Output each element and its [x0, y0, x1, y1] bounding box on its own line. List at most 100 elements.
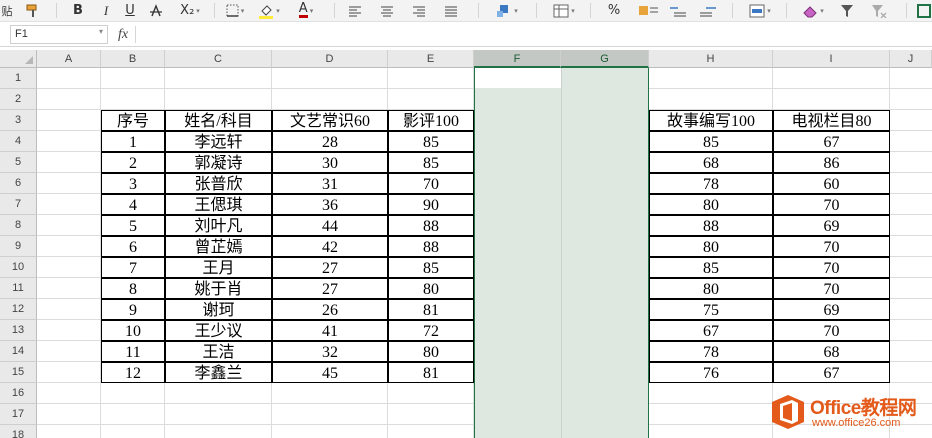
table-cell[interactable]: 曾芷嫣	[165, 236, 272, 257]
filter-button[interactable]	[838, 2, 856, 19]
column-header-j[interactable]: J	[890, 50, 932, 68]
table-cell[interactable]: 27	[272, 257, 388, 278]
borders-button[interactable]: ▾	[222, 2, 248, 19]
column-header-a[interactable]: A	[37, 50, 101, 68]
column-header-f[interactable]: F	[474, 50, 561, 68]
table-cell[interactable]: 郭凝诗	[165, 152, 272, 173]
table-cell[interactable]: 7	[101, 257, 165, 278]
active-cell-f1[interactable]	[475, 68, 561, 88]
fill-color-button[interactable]: ▾	[254, 2, 284, 19]
table-cell[interactable]: 85	[388, 257, 474, 278]
underline-button[interactable]: U	[120, 2, 140, 19]
row-header-8[interactable]: 8	[0, 215, 37, 236]
table-header-cell[interactable]: 序号	[101, 110, 165, 131]
table-cell[interactable]: 36	[272, 194, 388, 215]
merge-cells-button[interactable]: ▾	[490, 2, 524, 19]
decrease-decimal-button[interactable]	[696, 2, 720, 19]
table-header-cell[interactable]: 影评100	[388, 110, 474, 131]
table-cell[interactable]: 王少议	[165, 320, 272, 341]
table-cell[interactable]: 李鑫兰	[165, 362, 272, 383]
table-cell[interactable]: 80	[649, 278, 773, 299]
table-cell[interactable]: 8	[101, 278, 165, 299]
select-all-corner[interactable]	[0, 50, 37, 68]
table-cell[interactable]: 26	[272, 299, 388, 320]
row-header-14[interactable]: 14	[0, 341, 37, 362]
name-box[interactable]: F1 ▾	[10, 25, 108, 44]
table-cell[interactable]: 67	[773, 131, 890, 152]
row-header-10[interactable]: 10	[0, 257, 37, 278]
table-cell[interactable]: 85	[649, 257, 773, 278]
row-header-3[interactable]: 3	[0, 110, 37, 131]
row-header-13[interactable]: 13	[0, 320, 37, 341]
column-header-i[interactable]: I	[773, 50, 890, 68]
clear-button[interactable]: ▾	[798, 2, 828, 19]
row-header-4[interactable]: 4	[0, 131, 37, 152]
row-header-18[interactable]: 18	[0, 425, 37, 438]
align-center-button[interactable]	[378, 2, 396, 19]
table-cell[interactable]: 李远轩	[165, 131, 272, 152]
table-cell[interactable]: 11	[101, 341, 165, 362]
table-cell[interactable]: 1	[101, 131, 165, 152]
table-cell[interactable]: 78	[649, 341, 773, 362]
column-header-g[interactable]: G	[561, 50, 649, 68]
table-cell[interactable]: 75	[649, 299, 773, 320]
table-cell[interactable]: 27	[272, 278, 388, 299]
table-cell[interactable]: 45	[272, 362, 388, 383]
table-cell[interactable]: 32	[272, 341, 388, 362]
table-header-cell[interactable]: 文艺常识60	[272, 110, 388, 131]
table-cell[interactable]: 42	[272, 236, 388, 257]
row-header-5[interactable]: 5	[0, 152, 37, 173]
column-header-d[interactable]: D	[272, 50, 388, 68]
table-cell[interactable]: 10	[101, 320, 165, 341]
table-cell[interactable]: 76	[649, 362, 773, 383]
row-header-7[interactable]: 7	[0, 194, 37, 215]
table-cell[interactable]: 69	[773, 299, 890, 320]
table-cell[interactable]: 刘叶凡	[165, 215, 272, 236]
row-header-6[interactable]: 6	[0, 173, 37, 194]
table-cell[interactable]: 69	[773, 215, 890, 236]
table-cell[interactable]: 85	[649, 131, 773, 152]
number-format-button[interactable]: ▾	[548, 2, 580, 19]
italic-button[interactable]: I	[98, 2, 114, 19]
format-table-button[interactable]	[916, 2, 932, 19]
table-cell[interactable]: 67	[773, 362, 890, 383]
align-right-button[interactable]	[410, 2, 428, 19]
table-header-cell[interactable]: 姓名/科目	[165, 110, 272, 131]
table-cell[interactable]: 31	[272, 173, 388, 194]
table-cell[interactable]: 81	[388, 299, 474, 320]
table-cell[interactable]: 2	[101, 152, 165, 173]
table-cell[interactable]: 68	[773, 341, 890, 362]
table-cell[interactable]: 80	[649, 236, 773, 257]
table-cell[interactable]: 王月	[165, 257, 272, 278]
table-cell[interactable]: 90	[388, 194, 474, 215]
increase-decimal-button[interactable]	[666, 2, 690, 19]
table-cell[interactable]: 81	[388, 362, 474, 383]
table-cell[interactable]: 78	[649, 173, 773, 194]
table-cell[interactable]: 9	[101, 299, 165, 320]
table-cell[interactable]: 41	[272, 320, 388, 341]
table-cell[interactable]: 70	[388, 173, 474, 194]
comma-style-button[interactable]	[636, 2, 662, 19]
format-painter-icon[interactable]	[24, 2, 42, 19]
selected-columns-f-g[interactable]	[474, 68, 649, 438]
table-cell[interactable]: 谢珂	[165, 299, 272, 320]
table-cell[interactable]: 5	[101, 215, 165, 236]
table-cell[interactable]: 70	[773, 257, 890, 278]
column-header-b[interactable]: B	[101, 50, 165, 68]
table-cell[interactable]: 85	[388, 131, 474, 152]
row-header-12[interactable]: 12	[0, 299, 37, 320]
table-cell[interactable]: 80	[649, 194, 773, 215]
row-header-9[interactable]: 9	[0, 236, 37, 257]
table-cell[interactable]: 88	[388, 236, 474, 257]
table-cell[interactable]: 张普欣	[165, 173, 272, 194]
row-header-1[interactable]: 1	[0, 68, 37, 89]
align-left-button[interactable]	[346, 2, 364, 19]
table-cell[interactable]: 86	[773, 152, 890, 173]
row-header-11[interactable]: 11	[0, 278, 37, 299]
table-cell[interactable]: 28	[272, 131, 388, 152]
table-cell[interactable]: 88	[649, 215, 773, 236]
table-cell[interactable]: 67	[649, 320, 773, 341]
formula-input[interactable]	[138, 25, 928, 44]
row-header-16[interactable]: 16	[0, 383, 37, 404]
table-cell[interactable]: 王偲琪	[165, 194, 272, 215]
